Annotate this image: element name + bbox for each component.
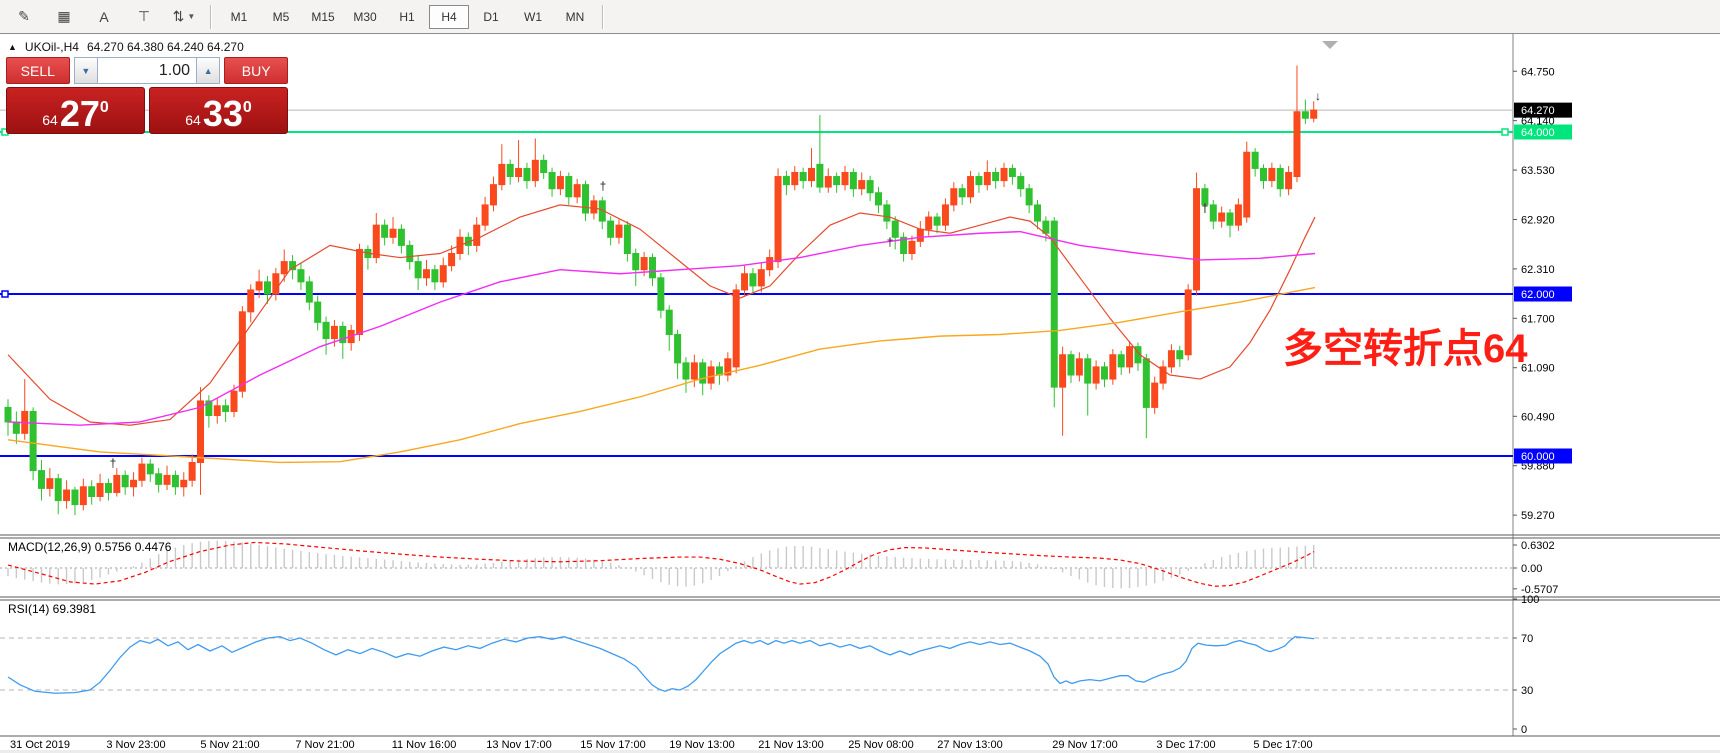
collapse-icon[interactable]: ▲ (8, 42, 17, 52)
svg-text:5 Dec 17:00: 5 Dec 17:00 (1253, 739, 1312, 751)
svg-text:63.530: 63.530 (1521, 165, 1555, 177)
svg-text:5 Nov 21:00: 5 Nov 21:00 (200, 739, 259, 751)
timeframe-m5-button[interactable]: M5 (261, 5, 301, 29)
svg-text:31 Oct 2019: 31 Oct 2019 (10, 739, 70, 751)
svg-text:MACD(12,26,9) 0.5756 0.4476: MACD(12,26,9) 0.5756 0.4476 (8, 540, 172, 554)
buy-button[interactable]: BUY (224, 57, 288, 84)
svg-text:64.270: 64.270 (1521, 105, 1555, 117)
toolbar-separator (210, 5, 212, 29)
one-click-trading-panel: SELL ▼ ▲ BUY 64 27 0 64 33 0 (6, 57, 288, 134)
svg-text:15 Nov 17:00: 15 Nov 17:00 (580, 739, 645, 751)
toolbar: ✎▦A⊤⇅▼ M1M5M15M30H1H4D1W1MN (0, 0, 1720, 34)
svg-text:25 Nov 08:00: 25 Nov 08:00 (848, 739, 913, 751)
price-axis[interactable]: 64.75064.14063.53062.92062.31061.70061.0… (1513, 66, 1572, 522)
arrow-dropdown-icon[interactable]: ▼ (187, 12, 195, 21)
buy-price-big: 33 (203, 99, 243, 130)
svg-text:60.490: 60.490 (1521, 411, 1555, 423)
mt4-chart-window: ✎▦A⊤⇅▼ M1M5M15M30H1H4D1W1MN 多空转折点64 ↓ † † † †… (0, 0, 1720, 753)
buy-price-prefix: 64 (185, 113, 201, 127)
svg-text:27 Nov 13:00: 27 Nov 13:00 (937, 739, 1002, 751)
chart-annotation-text[interactable]: 多空转折点64 (1283, 327, 1528, 371)
svg-text:61.090: 61.090 (1521, 363, 1555, 375)
svg-text:0.00: 0.00 (1521, 563, 1542, 575)
trade-marker: † (887, 235, 894, 249)
buy-price-sup: 0 (243, 100, 252, 116)
svg-text:3 Nov 23:00: 3 Nov 23:00 (106, 739, 165, 751)
svg-text:30: 30 (1521, 685, 1533, 697)
sell-price-prefix: 64 (42, 113, 58, 127)
svg-text:19 Nov 13:00: 19 Nov 13:00 (669, 739, 734, 751)
svg-text:7 Nov 21:00: 7 Nov 21:00 (295, 739, 354, 751)
svg-text:61.700: 61.700 (1521, 313, 1555, 325)
arrow-objects-icon[interactable]: ⇅▼ (165, 3, 203, 31)
svg-text:11 Nov 16:00: 11 Nov 16:00 (392, 739, 457, 751)
timeframe-mn-button[interactable]: MN (555, 5, 595, 29)
svg-text:0.6302: 0.6302 (1521, 540, 1555, 552)
svg-text:3 Dec 17:00: 3 Dec 17:00 (1156, 739, 1215, 751)
volume-input[interactable] (98, 57, 196, 84)
svg-text:21 Nov 13:00: 21 Nov 13:00 (758, 739, 823, 751)
symbol-title: UKOil-,H4 (25, 40, 79, 54)
svg-text:64.000: 64.000 (1521, 127, 1555, 139)
svg-text:RSI(14) 69.3981: RSI(14) 69.3981 (8, 602, 96, 616)
svg-text:70: 70 (1521, 633, 1533, 645)
fibonacci-grid-icon[interactable]: ▦ (45, 3, 83, 31)
trade-marker: ↓ (1315, 89, 1321, 103)
buy-price-panel[interactable]: 64 33 0 (149, 87, 288, 134)
timeframe-h1-button[interactable]: H1 (387, 5, 427, 29)
svg-text:62.000: 62.000 (1521, 289, 1555, 301)
equidistant-channel-icon[interactable]: ✎ (5, 3, 43, 31)
svg-text:60.000: 60.000 (1521, 451, 1555, 463)
toolbar-separator-2 (602, 5, 604, 29)
text-label-icon[interactable]: ⊤ (125, 3, 163, 31)
svg-text:59.270: 59.270 (1521, 510, 1555, 522)
svg-text:62.920: 62.920 (1521, 214, 1555, 226)
trade-marker: † (110, 456, 117, 470)
timeframe-w1-button[interactable]: W1 (513, 5, 553, 29)
timeframe-h4-button[interactable]: H4 (429, 5, 469, 29)
volume-increase-button[interactable]: ▲ (196, 57, 220, 84)
sell-price-sup: 0 (100, 100, 109, 116)
symbol-header: ▲ UKOil-,H4 64.270 64.380 64.240 64.270 (8, 40, 244, 54)
svg-text:29 Nov 17:00: 29 Nov 17:00 (1052, 739, 1117, 751)
sell-price-panel[interactable]: 64 27 0 (6, 87, 145, 134)
timeframe-d1-button[interactable]: D1 (471, 5, 511, 29)
timeframe-m15-button[interactable]: M15 (303, 5, 343, 29)
timeframe-m1-button[interactable]: M1 (219, 5, 259, 29)
svg-text:62.310: 62.310 (1521, 264, 1555, 276)
timeframe-m30-button[interactable]: M30 (345, 5, 385, 29)
trade-marker: † (600, 179, 607, 193)
text-icon[interactable]: A (85, 3, 123, 31)
sell-button[interactable]: SELL (6, 57, 70, 84)
volume-decrease-button[interactable]: ▼ (74, 57, 98, 84)
draw-tools-group: ✎▦A⊤⇅▼ (4, 3, 204, 31)
svg-text:64.750: 64.750 (1521, 66, 1555, 78)
svg-text:100: 100 (1521, 594, 1539, 606)
timeframes-group: M1M5M15M30H1H4D1W1MN (218, 5, 596, 29)
trade-marker: † (1202, 201, 1209, 215)
symbol-ohlc: 64.270 64.380 64.240 64.270 (87, 40, 244, 54)
svg-text:13 Nov 17:00: 13 Nov 17:00 (486, 739, 551, 751)
sell-price-big: 27 (60, 99, 100, 130)
svg-text:0: 0 (1521, 724, 1527, 736)
